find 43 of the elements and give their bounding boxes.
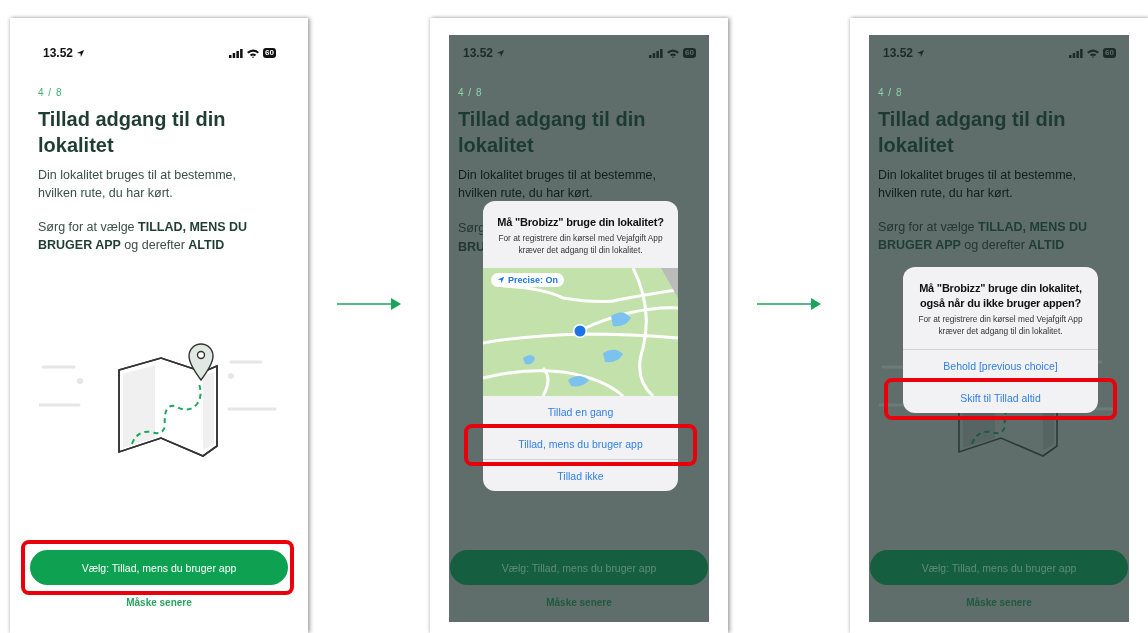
instruction-text: Sørg for at vælge TILLAD, MENS DU BRUGER APP og derefter ALTID [878, 219, 1089, 254]
arrow-icon [757, 297, 821, 310]
step-counter: 4 / 8 [878, 87, 904, 98]
location-arrow-icon [76, 48, 86, 58]
screen-title: Tillad adgang til din lokalitet [38, 107, 227, 158]
choose-button[interactable]: Vælg: Tillad, mens du bruger app [30, 550, 288, 585]
status-time: 13.52 [883, 46, 914, 60]
dialog-title: Må "Brobizz" bruge din lokalitet, også når du ikke bruger appen? [918, 281, 1083, 311]
description-text: Din lokalitet bruges til at bestemme, hvilken rute, du har kørt. [458, 167, 657, 202]
wifi-icon [667, 48, 680, 58]
location-arrow-icon [916, 48, 926, 58]
wifi-icon [1087, 48, 1100, 58]
arrow-icon [337, 297, 401, 310]
dialog-option[interactable]: Tillad en gang [483, 396, 678, 427]
signal-icon [1069, 48, 1084, 58]
choose-button[interactable]: Vælg: Tillad, mens du bruger app [870, 550, 1128, 585]
dialog-option[interactable]: Tillad ikke [483, 460, 678, 491]
step-counter: 4 / 8 [38, 87, 64, 98]
choose-button[interactable]: Vælg: Tillad, mens du bruger app [450, 550, 708, 585]
signal-icon [229, 48, 244, 58]
dialog-option[interactable]: Behold [previous choice] [903, 350, 1098, 381]
signal-icon [649, 48, 664, 58]
status-time: 13.52 [43, 46, 74, 60]
step-counter: 4 / 8 [458, 87, 484, 98]
precise-toggle[interactable]: Precise: On [491, 273, 565, 287]
status-time: 13.52 [463, 46, 494, 60]
battery-indicator: 60 [1103, 48, 1116, 58]
screen-title: Tillad adgang til din lokalitet [878, 107, 1067, 158]
maybe-later-link[interactable]: Måske senere [126, 597, 192, 608]
location-arrow-icon [497, 276, 505, 284]
dialog-title: Må "Brobizz" bruge din lokalitet? [496, 215, 665, 230]
dialog-option[interactable]: Tillad, mens du bruger app [483, 428, 678, 459]
description-text: Din lokalitet bruges til at bestemme, hvilken rute, du har kørt. [38, 167, 237, 202]
wifi-icon [247, 48, 260, 58]
description-text: Din lokalitet bruges til at bestemme, hvilken rute, du har kørt. [878, 167, 1077, 202]
dialog-message: For at registrere din kørsel med Vejafgift App kræver det adgang til din lokalitet. [917, 313, 1084, 337]
location-arrow-icon [496, 48, 506, 58]
screen-title: Tillad adgang til din lokalitet [458, 107, 647, 158]
battery-indicator: 60 [683, 48, 696, 58]
instruction-text: Sørg for at vælge TILLAD, MENS DU BRUGER APP og derefter ALTID [38, 219, 249, 254]
dialog-message: For at registrere din kørsel med Vejafgift App kræver det adgang til din lokalitet. [497, 232, 664, 256]
battery-indicator: 60 [263, 48, 276, 58]
dialog-option[interactable]: Skift til Tillad altid [903, 382, 1098, 413]
